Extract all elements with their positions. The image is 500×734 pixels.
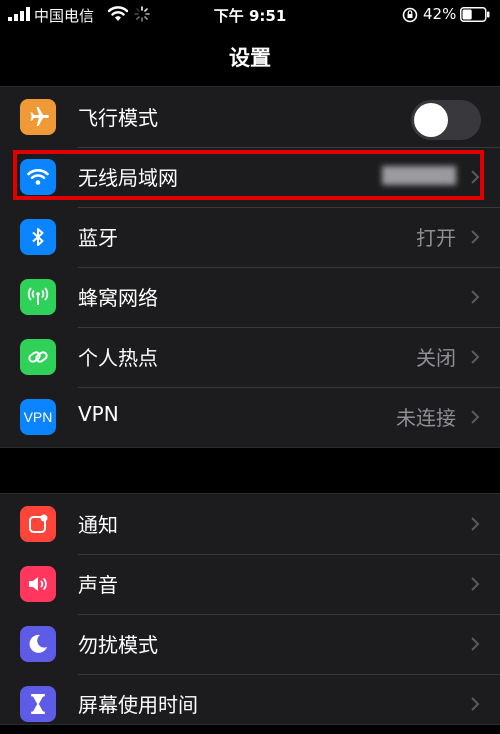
page-title: 设置	[229, 46, 271, 70]
do-not-disturb-row[interactable]: 勿扰模式	[0, 614, 500, 674]
sound-row[interactable]: 声音	[0, 554, 500, 614]
bluetooth-label: 蓝牙	[78, 226, 118, 250]
toggle-knob	[414, 103, 448, 137]
personal-hotspot-status: 关闭	[416, 346, 456, 370]
chevron-right-icon	[471, 697, 480, 711]
chevron-right-icon	[471, 410, 480, 424]
status-bar: 中国电信 下午 9:51 42%	[0, 0, 500, 30]
personal-hotspot-row[interactable]: 个人热点 关闭	[0, 327, 500, 387]
vpn-icon-text: VPN	[23, 409, 53, 425]
chevron-right-icon	[471, 517, 480, 531]
notifications-label: 通知	[78, 513, 118, 537]
do-not-disturb-label: 勿扰模式	[78, 633, 158, 657]
battery-percentage: 42%	[423, 5, 457, 23]
wifi-highlight-box	[13, 150, 484, 200]
chevron-right-icon	[471, 637, 480, 651]
bluetooth-icon	[20, 219, 56, 255]
airplane-mode-toggle[interactable]	[411, 100, 481, 140]
notifications-icon	[20, 506, 56, 542]
vpn-row[interactable]: VPN VPN 未连接	[0, 387, 500, 447]
vpn-icon: VPN	[20, 399, 56, 435]
hotspot-icon	[20, 339, 56, 375]
hourglass-icon	[20, 686, 56, 722]
chevron-right-icon	[471, 577, 480, 591]
bluetooth-status: 打开	[416, 226, 456, 250]
screen-time-label: 屏幕使用时间	[78, 693, 198, 717]
chevron-right-icon	[471, 230, 480, 244]
airplane-icon	[20, 99, 56, 135]
airplane-mode-row[interactable]: 飞行模式	[0, 87, 500, 147]
screen-time-row[interactable]: 屏幕使用时间	[0, 674, 500, 734]
vpn-status: 未连接	[396, 406, 456, 430]
rotation-lock-icon	[402, 7, 418, 23]
personal-hotspot-label: 个人热点	[78, 346, 158, 370]
battery-icon	[460, 7, 490, 22]
sound-icon	[20, 566, 56, 602]
cellular-icon	[20, 279, 56, 315]
chevron-right-icon	[471, 350, 480, 364]
vpn-label: VPN	[78, 402, 119, 426]
cellular-row[interactable]: 蜂窝网络	[0, 267, 500, 327]
chevron-right-icon	[471, 290, 480, 304]
bluetooth-row[interactable]: 蓝牙 打开	[0, 207, 500, 267]
moon-icon	[20, 626, 56, 662]
airplane-mode-label: 飞行模式	[78, 106, 158, 130]
cellular-label: 蜂窝网络	[78, 286, 158, 310]
settings-group-connectivity: 飞行模式 无线局域网 ██████ 蓝牙 打开 蜂窝网络 个人热点 关闭 VPN…	[0, 86, 500, 448]
sound-label: 声音	[78, 573, 118, 597]
notifications-row[interactable]: 通知	[0, 494, 500, 554]
settings-group-notifications: 通知 声音 勿扰模式 屏幕使用时间	[0, 493, 500, 725]
